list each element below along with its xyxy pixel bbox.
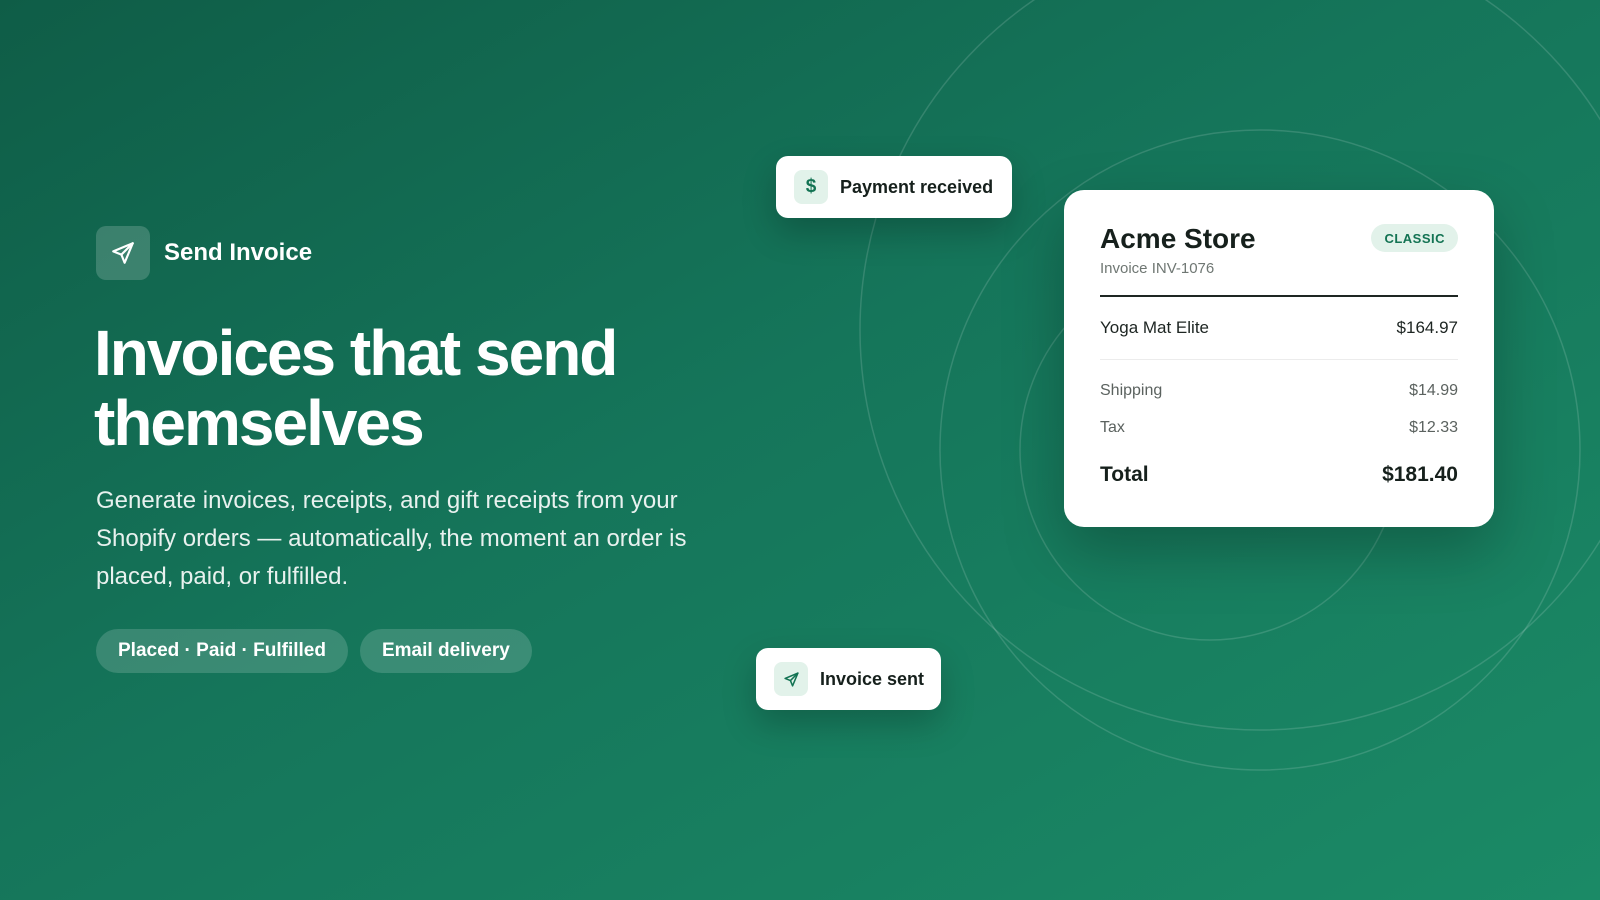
summary-amount: $14.99 [1409,381,1458,399]
invoice-sent-toast: Invoice sent [756,648,941,710]
feature-pills: Placed · Paid · Fulfilled Email delivery [96,629,532,673]
summary-label: Tax [1100,418,1125,436]
pill-email-delivery: Email delivery [359,629,532,673]
total-amount: $181.40 [1382,463,1458,486]
summary-row-shipping: Shipping $14.99 [1100,372,1458,409]
invoice-title-block: Acme Store Invoice INV-1076 [1100,222,1256,277]
template-badge: CLASSIC [1371,224,1458,252]
paper-plane-icon [774,662,808,696]
summary-row-tax: Tax $12.33 [1100,409,1458,446]
brand: Send Invoice [96,226,312,280]
total-label: Total [1100,463,1149,486]
dollar-icon: $ [794,170,828,204]
pill-triggers: Placed · Paid · Fulfilled [96,629,348,673]
store-name: Acme Store [1100,223,1256,254]
total-row: Total $181.40 [1100,450,1458,500]
toast-label: Invoice sent [820,668,925,689]
line-item-amount: $164.97 [1396,318,1458,337]
hero-subtext: Generate invoices, receipts, and gift re… [96,487,687,590]
hero-headline: Invoices that send themselves [94,317,618,459]
line-item-name: Yoga Mat Elite [1100,318,1209,337]
toast-label: Payment received [840,176,994,197]
invoice-header: Acme Store Invoice INV-1076 CLASSIC [1100,222,1458,277]
invoice-number: Invoice INV-1076 [1100,260,1215,277]
line-item: Yoga Mat Elite $164.97 [1100,297,1458,360]
invoice-preview-card: Acme Store Invoice INV-1076 CLASSIC Yoga… [1064,190,1494,527]
paper-plane-icon [96,226,150,280]
summary-amount: $12.33 [1409,418,1458,436]
brand-name: Send Invoice [164,239,313,266]
payment-received-toast: $ Payment received [776,156,1012,218]
summary-label: Shipping [1100,381,1163,399]
